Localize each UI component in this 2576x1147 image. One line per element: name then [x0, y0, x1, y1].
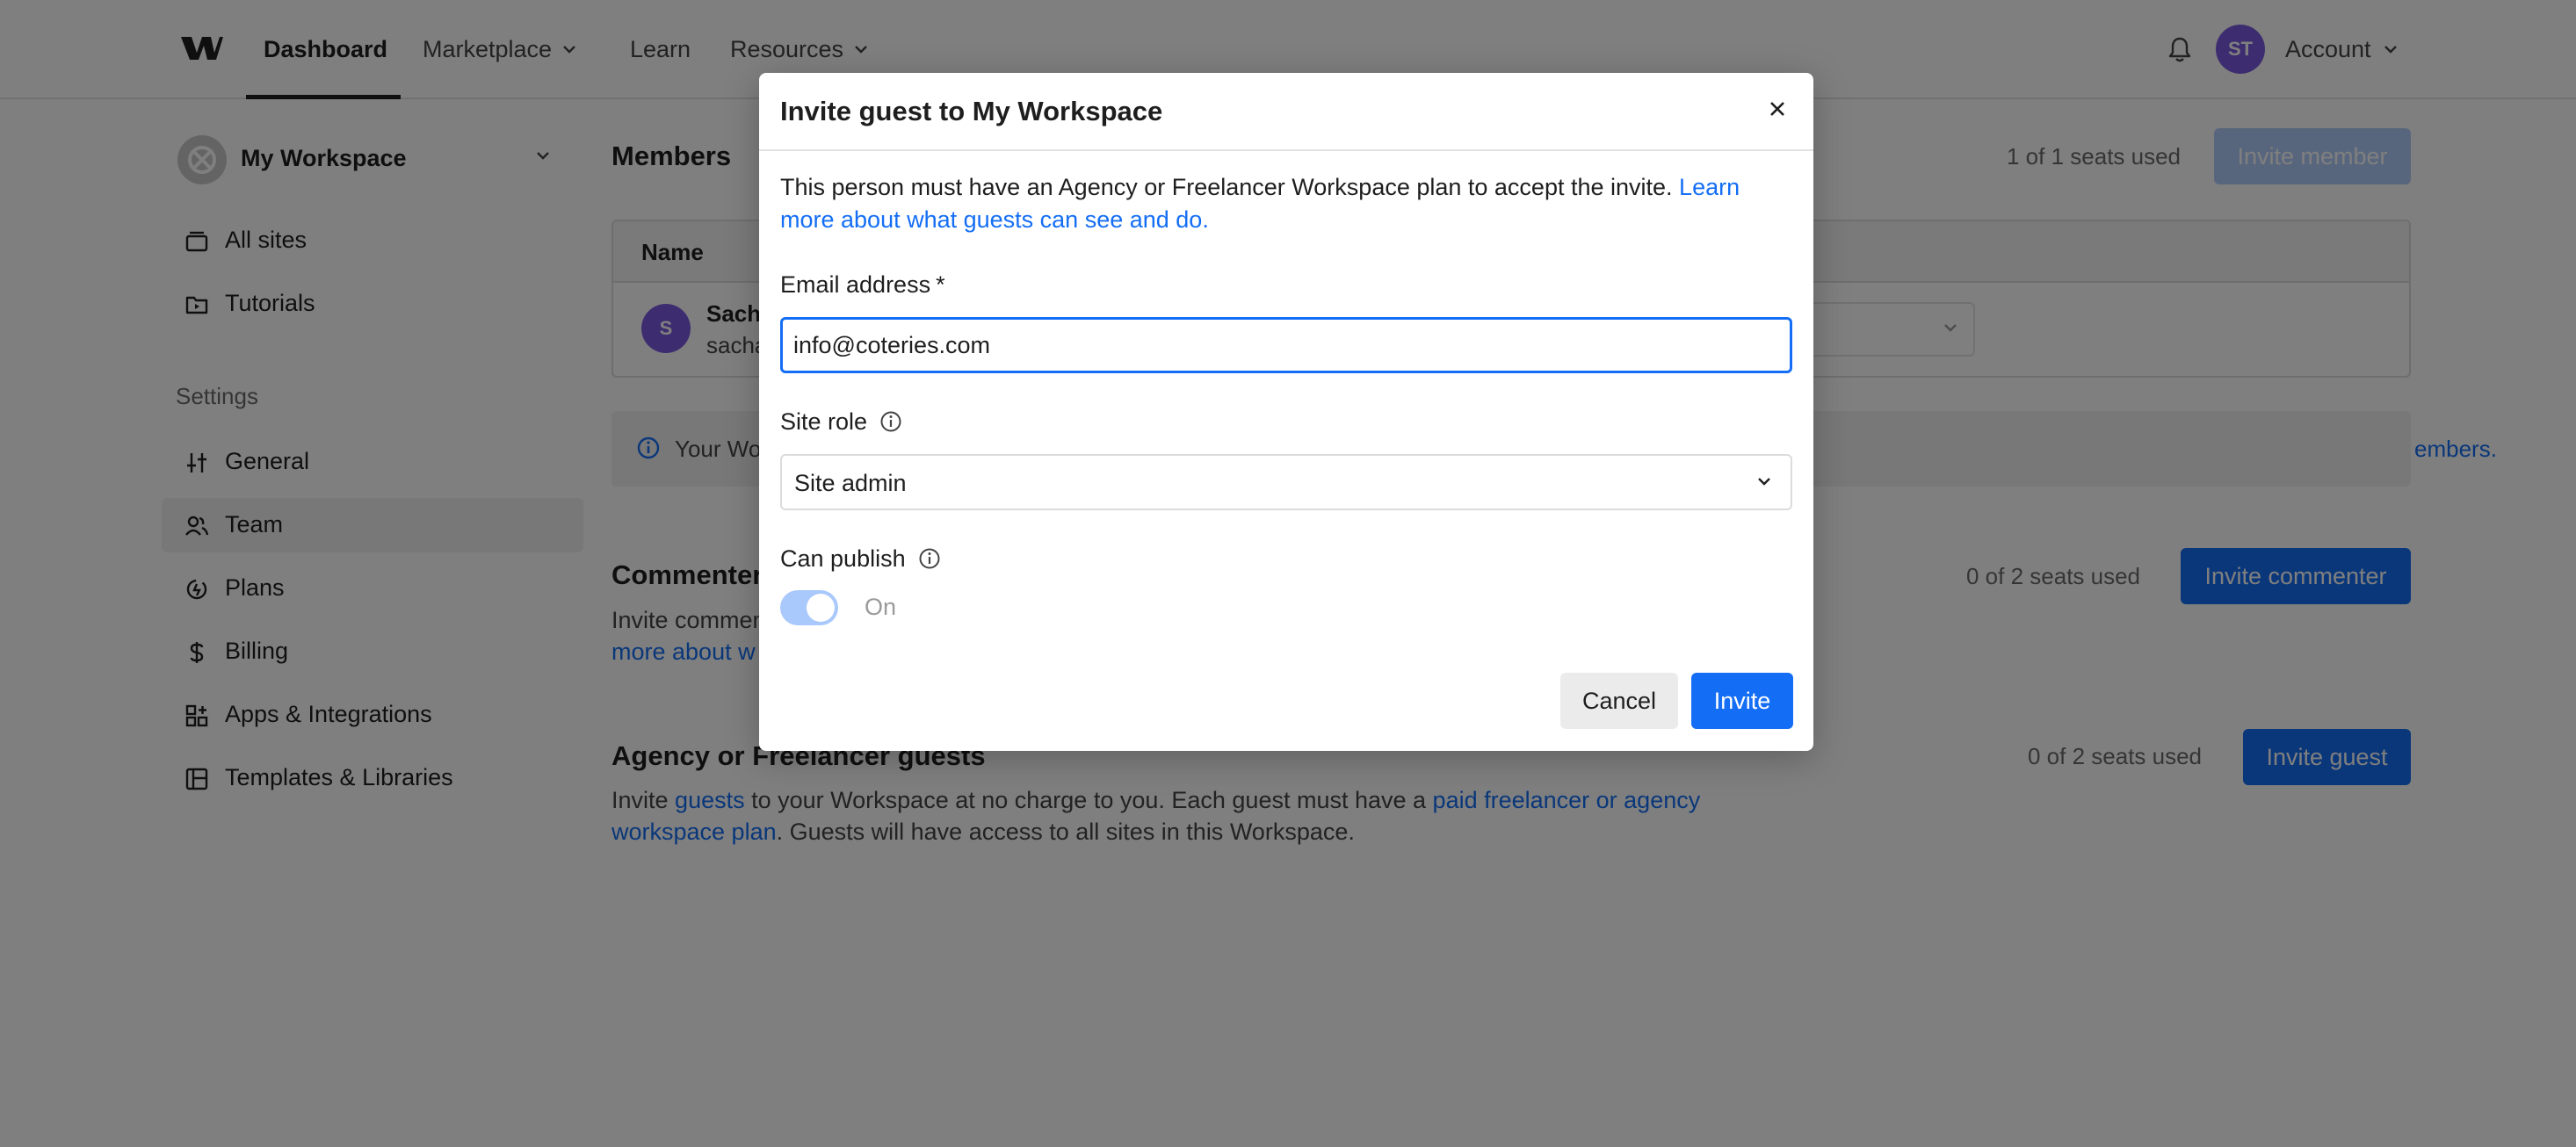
- email-field[interactable]: [780, 317, 1792, 373]
- site-role-label: Site role: [780, 408, 902, 436]
- modal-title: Invite guest to My Workspace: [780, 96, 1163, 126]
- toggle-knob: [807, 594, 835, 622]
- modal-description-text: This person must have an Agency or Freel…: [780, 174, 1680, 200]
- invite-button[interactable]: Invite: [1691, 673, 1793, 729]
- can-publish-state: On: [865, 594, 897, 620]
- site-role-label-text: Site role: [780, 408, 868, 435]
- close-icon[interactable]: [1762, 94, 1792, 124]
- invite-guest-modal: Invite guest to My Workspace This person…: [759, 73, 1813, 751]
- cancel-button[interactable]: Cancel: [1560, 673, 1678, 729]
- site-role-value: Site admin: [794, 470, 907, 496]
- can-publish-toggle[interactable]: [780, 590, 838, 625]
- can-publish-label: Can publish: [780, 545, 941, 573]
- required-marker: *: [936, 271, 945, 298]
- site-role-select[interactable]: Site admin: [780, 454, 1792, 510]
- info-icon[interactable]: [879, 410, 902, 433]
- info-icon[interactable]: [918, 547, 941, 570]
- modal-divider: [759, 149, 1813, 151]
- can-publish-label-text: Can publish: [780, 545, 906, 572]
- chevron-down-icon: [1758, 478, 1770, 486]
- email-label: Email address *: [780, 271, 945, 299]
- email-label-text: Email address: [780, 271, 931, 298]
- modal-description: This person must have an Agency or Freel…: [780, 171, 1791, 236]
